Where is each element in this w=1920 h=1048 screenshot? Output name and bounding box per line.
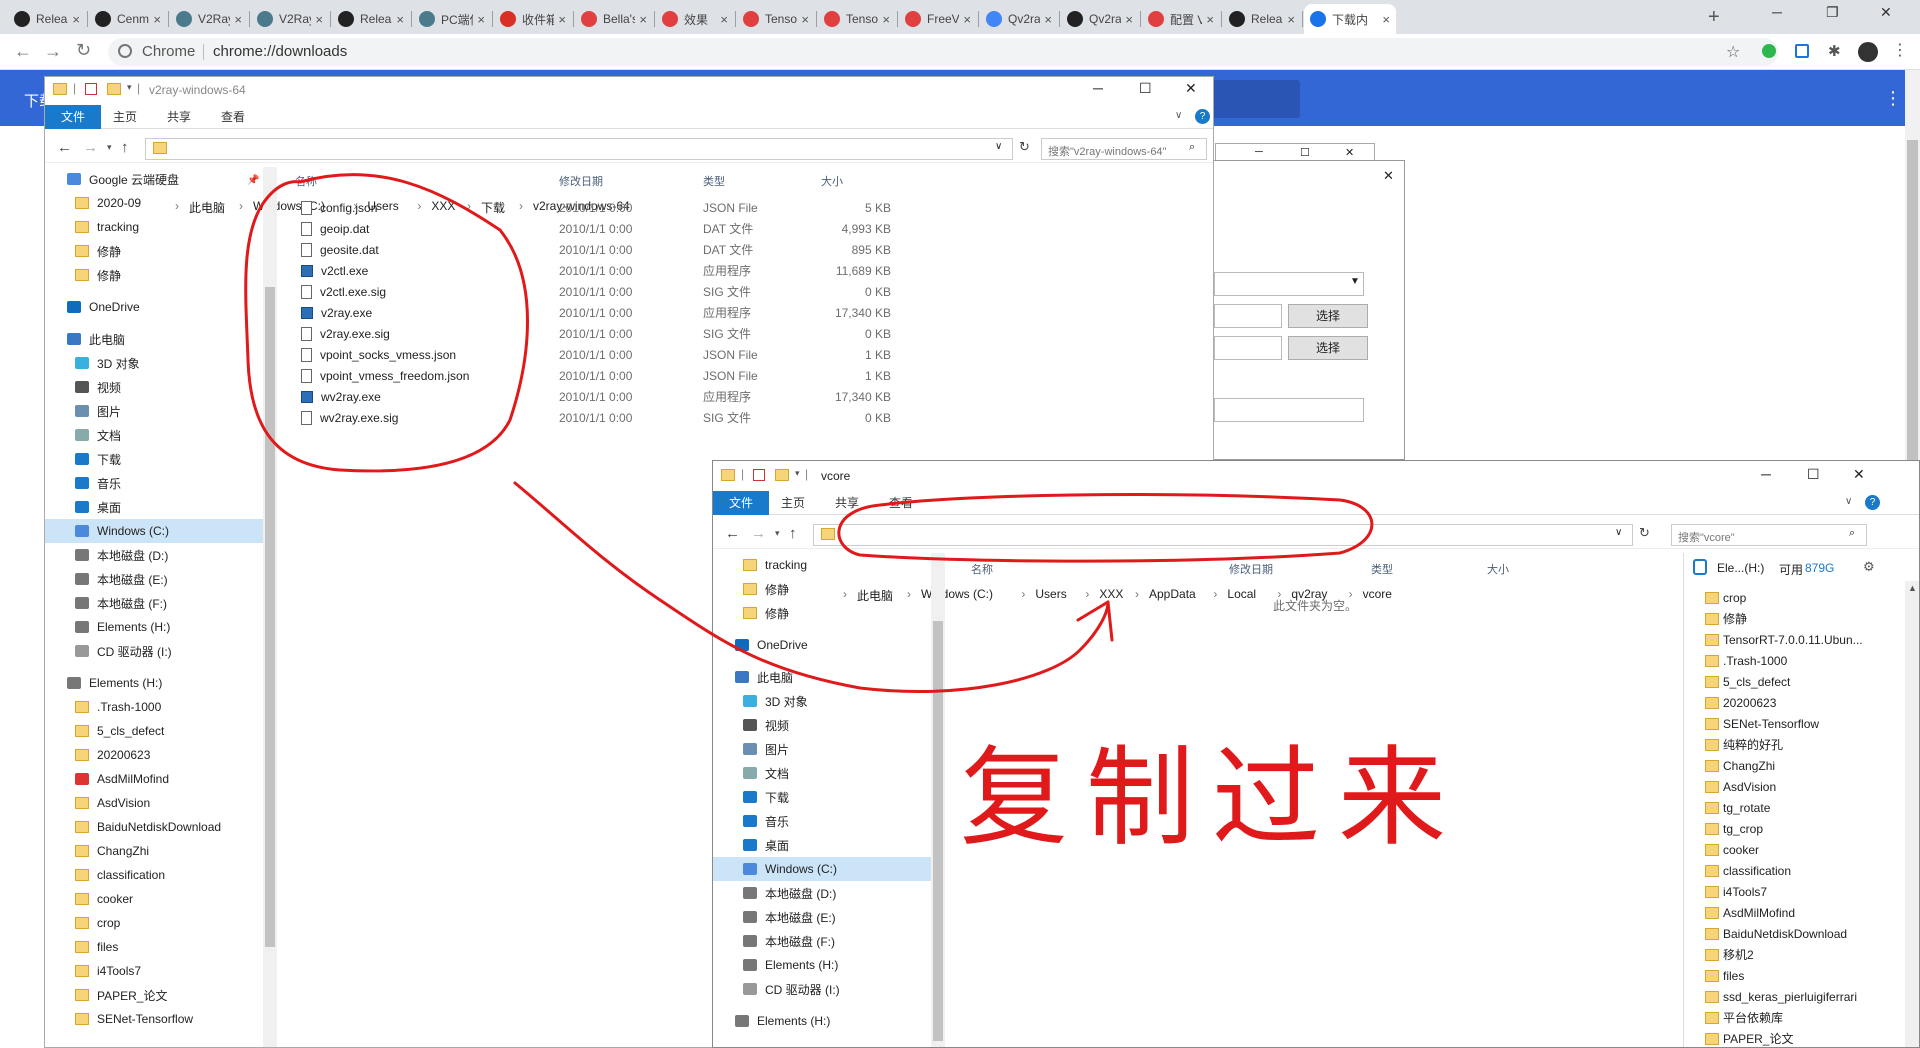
- annotation-arrow-line: [513, 481, 1110, 694]
- annotation-text: 复制过来: [960, 736, 1464, 861]
- annotation-circle-files: [244, 173, 529, 473]
- annotation-overlay: 复制过来: [244, 173, 1464, 861]
- annotation-circle-path: [837, 493, 1374, 563]
